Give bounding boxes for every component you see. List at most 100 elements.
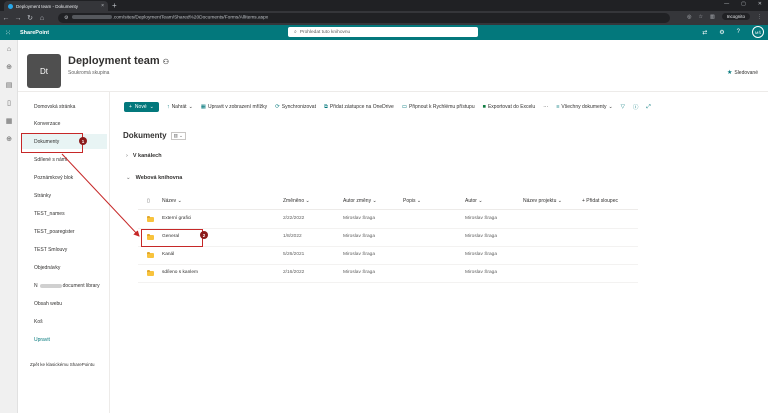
home-app-icon[interactable]: ⌂ — [0, 40, 18, 58]
chevron-down-icon: ⌄ — [608, 104, 613, 110]
info-icon[interactable]: ⓘ — [633, 103, 639, 111]
new-button[interactable]: + Nové ⌄ — [124, 102, 159, 112]
row-author[interactable]: Miroslav Šraga — [465, 216, 497, 221]
sync-button[interactable]: ⟳ Synchronizovat — [275, 104, 316, 110]
nav-item-notebook[interactable]: Poznámkový blok — [22, 170, 107, 185]
chevron-down-icon: ⌄ — [188, 104, 193, 110]
new-tab-button[interactable]: + — [112, 1, 117, 10]
col-modified-by[interactable]: Autor změny ⌄ — [343, 198, 377, 204]
add-column-button[interactable]: + Přidat sloupec — [582, 198, 618, 204]
expand-icon[interactable]: ⤢ — [646, 104, 650, 111]
app-launcher-icon[interactable]: ⁙ — [0, 29, 16, 37]
row-modified-by[interactable]: Miroslav Šraga — [343, 234, 375, 239]
row-name[interactable]: Kanál — [162, 252, 174, 257]
more-button[interactable]: ··· — [543, 104, 548, 110]
app-name[interactable]: SharePoint — [20, 30, 49, 36]
star-icon: ★ — [726, 70, 733, 76]
view-selector[interactable]: ≡ Všechny dokumenty ⌄ — [556, 104, 612, 110]
create-icon[interactable]: ⊕ — [0, 130, 18, 148]
row-modified: 2/22/2022 — [283, 216, 305, 221]
eye-off-icon[interactable]: ◎ — [687, 14, 691, 20]
nav-edit-link[interactable]: Upravit — [22, 332, 107, 347]
suite-bar: ⁙ SharePoint ⌕ Prohledat tuto knihovnu ⇄… — [0, 25, 768, 40]
incognito-badge[interactable]: Incognito — [721, 13, 750, 20]
nav-item-document-library[interactable]: Ndocument library — [22, 278, 107, 293]
sidepanel-icon[interactable]: ▥ — [710, 14, 715, 20]
section-web-library[interactable]: ⌄ Webová knihovna — [126, 175, 182, 181]
address-bar[interactable]: ⚙ .com/sites/DeploymentTeam/Shared%20Doc… — [58, 13, 670, 23]
site-title[interactable]: Deployment team ⚇ — [68, 55, 169, 67]
nav-item-pages[interactable]: Stránky — [22, 188, 107, 203]
row-name[interactable]: Externí grafici — [162, 216, 191, 221]
table-row[interactable]: Kanál 5/26/2021 Miroslav Šraga Miroslav … — [138, 246, 638, 265]
back-icon[interactable]: ← — [0, 15, 12, 22]
files-icon[interactable]: ▯ — [0, 94, 18, 112]
section-channels[interactable]: › V kanálech — [126, 153, 162, 159]
classic-sharepoint-link[interactable]: Zpět ke klasickému SharePointu — [30, 362, 95, 367]
pin-quick-access-button[interactable]: ▭ Připnout k Rychlému přístupu — [402, 104, 475, 110]
nav-item-shared[interactable]: Sdílené s námi — [22, 152, 107, 167]
step-marker-1: 1 — [79, 137, 87, 145]
row-author[interactable]: Miroslav Šraga — [465, 234, 497, 239]
maximize-icon[interactable]: ▢ — [741, 1, 746, 7]
browser-tab-bar: Deployment team - Dokumenty × + — ▢ ✕ — [0, 0, 768, 11]
nav-item-site-contents[interactable]: Obsah webu — [22, 296, 107, 311]
chat-icon[interactable]: ⇄ — [702, 29, 707, 36]
nav-item-home[interactable]: Domovská stránka — [22, 99, 107, 114]
site-header: Dt Deployment team ⚇ Soukromá skupina ★ S… — [18, 40, 768, 92]
minimize-icon[interactable]: — — [724, 1, 729, 7]
row-modified-by[interactable]: Miroslav Šraga — [343, 252, 375, 257]
col-author[interactable]: Autor ⌄ — [465, 198, 483, 204]
globe-icon[interactable]: ⊕ — [0, 58, 18, 76]
row-modified-by[interactable]: Miroslav Šraga — [343, 270, 375, 275]
row-name[interactable]: sdíleno s kanlem — [162, 270, 198, 275]
tab-close-icon[interactable]: × — [101, 3, 104, 9]
avatar[interactable]: MŠ — [752, 26, 764, 38]
chevron-down-icon: ⌄ — [149, 104, 154, 110]
filter-icon[interactable]: ▽ — [621, 104, 625, 110]
library-title: Dokumenty ▥ ⌄ — [123, 131, 186, 140]
nav-item-test-names[interactable]: TEST_names — [22, 206, 107, 221]
table-row[interactable]: Externí grafici 2/22/2022 Miroslav Šraga… — [138, 210, 638, 229]
table-row[interactable]: sdíleno s kanlem 2/16/2022 Miroslav Šrag… — [138, 264, 638, 283]
search-box[interactable]: ⌕ Prohledat tuto knihovnu — [288, 27, 478, 37]
nav-item-recycle-bin[interactable]: Koš — [22, 314, 107, 329]
row-modified: 2/16/2022 — [283, 270, 305, 275]
close-window-icon[interactable]: ✕ — [758, 1, 762, 7]
follow-button[interactable]: ★ Sledované — [726, 69, 758, 77]
nav-item-conversations[interactable]: Konverzace — [22, 116, 107, 131]
nav-item-orders[interactable]: Objednávky — [22, 260, 107, 275]
menu-kebab-icon[interactable]: ⋮ — [757, 14, 762, 20]
export-excel-button[interactable]: ■ Exportovat do Excelu — [483, 104, 536, 110]
grid-edit-button[interactable]: ▦ Upravit v zobrazení mřížky — [201, 104, 267, 110]
col-description[interactable]: Popis ⌄ — [403, 198, 421, 204]
site-info-icon[interactable]: ⚙ — [64, 15, 68, 21]
lists-icon[interactable]: ▦ — [0, 112, 18, 130]
add-onedrive-shortcut-button[interactable]: ⧉ Přidat zástupce na OneDrive — [324, 104, 394, 111]
shortcut-icon: ⧉ — [323, 103, 328, 110]
bookmark-star-icon[interactable]: ☆ — [699, 14, 703, 20]
settings-gear-icon[interactable]: ⚙ — [719, 29, 724, 36]
table-row[interactable]: General 1/8/2022 Miroslav Šraga Miroslav… — [138, 228, 638, 247]
browser-tab[interactable]: Deployment team - Dokumenty × — [4, 1, 108, 11]
row-modified-by[interactable]: Miroslav Šraga — [343, 216, 375, 221]
col-name[interactable]: Název ⌄ — [162, 198, 182, 204]
chevron-down-icon: ⌄ — [126, 175, 131, 181]
site-logo[interactable]: Dt — [27, 54, 61, 88]
row-author[interactable]: Miroslav Šraga — [465, 270, 497, 275]
forward-icon[interactable]: → — [12, 15, 24, 22]
upload-button[interactable]: ↑ Nahrát ⌄ — [167, 104, 193, 110]
file-type-header-icon[interactable]: ▯ — [147, 198, 150, 204]
search-placeholder: Prohledat tuto knihovnu — [299, 29, 351, 35]
reload-icon[interactable]: ↻ — [24, 14, 36, 22]
news-icon[interactable]: ▤ — [0, 76, 18, 94]
home-icon[interactable]: ⌂ — [36, 15, 48, 22]
nav-item-test-smlouvy[interactable]: TEST Smlouvy — [22, 242, 107, 257]
col-project-name[interactable]: Název projektu ⌄ — [523, 198, 562, 204]
view-switcher[interactable]: ▥ ⌄ — [170, 131, 186, 140]
nav-item-test-poaregister[interactable]: TEST_poaregister — [22, 224, 107, 239]
help-icon[interactable]: ? — [737, 29, 740, 35]
col-modified[interactable]: Změněno ⌄ — [283, 198, 310, 204]
sharepoint-favicon-icon — [8, 3, 13, 9]
row-author[interactable]: Miroslav Šraga — [465, 252, 497, 257]
